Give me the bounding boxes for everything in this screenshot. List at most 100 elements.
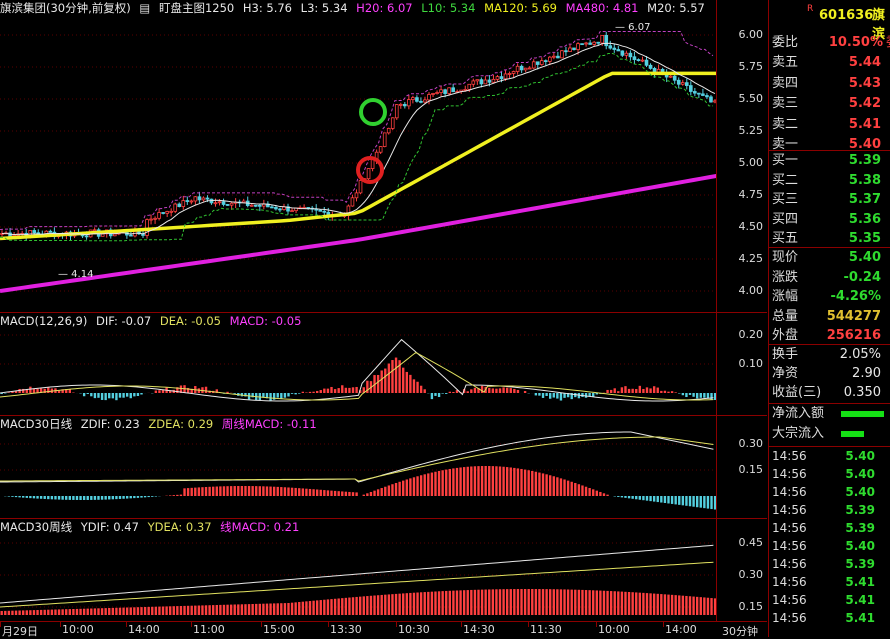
candle-body [178, 204, 181, 207]
macd1-histogram-bar [327, 389, 329, 393]
macd2-histogram-bar [255, 486, 257, 496]
macd2-histogram-bar [40, 496, 42, 499]
macd1-histogram-bar [287, 393, 289, 396]
macd2-histogram-bar [549, 475, 551, 496]
candle-body [182, 201, 185, 207]
macd2-histogram-bar [581, 485, 583, 496]
macd2-histogram-bar [262, 486, 264, 496]
candle-body [496, 77, 499, 80]
macd3-histogram-bar [151, 607, 153, 615]
macd1-histogram-bar [381, 370, 383, 393]
tick-time: 14:56 [772, 591, 807, 609]
macd3-histogram-bar [216, 605, 218, 615]
macd3-histogram-bar [513, 589, 515, 615]
macd2-histogram-bar [628, 496, 630, 498]
macd3-histogram-bar [649, 593, 651, 615]
macd1-histogram-bar [108, 393, 110, 398]
macd2-histogram-bar [83, 496, 85, 500]
macd3-histogram-bar [520, 589, 522, 615]
macd2-histogram-bar [649, 496, 651, 501]
macd1-histogram-bar [234, 393, 236, 394]
macd3-histogram-bar [226, 605, 228, 615]
price-plot[interactable]: — 6.07— 4.14 [0, 0, 717, 312]
macd3-histogram-bar [284, 603, 286, 615]
macd3-histogram-bar [538, 589, 540, 615]
candle-body [577, 44, 580, 50]
macd3-histogram-bar [492, 589, 494, 615]
macd2-histogram-bar [545, 474, 547, 496]
macd1-histogram-bar [90, 393, 92, 396]
macd2-histogram-bar [312, 489, 314, 496]
macd2-dif-line [0, 432, 713, 482]
price-chart-pane[interactable]: 旗滨集团(30分钟,前复权) ▤ 盯盘主图1250 H3: 5.76 L3: 5… [0, 0, 767, 312]
macd3-tick-label: 0.30 [739, 568, 764, 581]
macd3-histogram-bar [54, 610, 56, 616]
macd2-histogram-bar [241, 486, 243, 496]
macd3-histogram-bar [234, 605, 236, 616]
time-axis-tick [0, 622, 1, 627]
macd2-histogram-bar [470, 466, 472, 496]
candle-body [484, 80, 487, 84]
candle-body [351, 198, 354, 206]
macd2-histogram-bar [47, 496, 49, 499]
stat-row: 总量544277 [769, 307, 890, 326]
macd1-histogram-bar [685, 393, 687, 397]
macd3-histogram-bar [574, 590, 576, 615]
macd1-histogram-bar [334, 389, 336, 393]
candle-body [432, 93, 435, 94]
macd3-histogram-bar [642, 593, 644, 615]
macd3-histogram-bar [667, 595, 669, 615]
macd2-histogram-bar [65, 496, 67, 500]
candle-body [407, 100, 410, 106]
macd3-histogram-bar [337, 598, 339, 615]
macd30-day-pane[interactable]: MACD30日线 ZDIF: 0.23 ZDEA: 0.29 周线MACD: -… [0, 416, 767, 518]
macd2-histogram-bar [219, 486, 221, 496]
macd1-histogram-bar [510, 388, 512, 393]
macd30-week-pane[interactable]: MACD30周线 YDIF: 0.47 YDEA: 0.37 线MACD: 0.… [0, 519, 767, 621]
macd3-histogram-bar [298, 602, 300, 615]
price-tick-label: 4.50 [739, 220, 764, 233]
macd2-histogram-bar [61, 496, 63, 500]
candle-body [222, 202, 225, 205]
macd3-histogram-bar [355, 597, 357, 615]
stat-row: 现价5.40 [769, 248, 890, 267]
candle-body [355, 193, 358, 198]
candle-body [250, 205, 253, 206]
macd2-histogram-bar [492, 466, 494, 496]
macd1-histogram-bar [474, 388, 476, 393]
time-axis-label: 10:00 [598, 623, 630, 636]
macd3-histogram-bar [40, 610, 42, 615]
candle-body [202, 198, 205, 200]
macd1-histogram-bar [678, 393, 680, 394]
ask-label: 卖四 [772, 74, 798, 93]
candle-body [464, 89, 467, 90]
macd2-histogram-bar [51, 496, 53, 499]
macd1-histogram-bar [97, 393, 99, 398]
bid-price: 5.35 [849, 229, 881, 248]
macd2-histogram-bar [567, 481, 569, 496]
time-axis: 月29日10:0014:0011:0015:0013:3010:3014:301… [0, 621, 767, 638]
macd3-histogram-bar [657, 594, 659, 615]
macd3-histogram-bar [700, 597, 702, 615]
macd3-histogram-bar [51, 610, 53, 615]
macd2-histogram-bar [445, 470, 447, 496]
candle-body [649, 65, 652, 68]
candle-body [601, 35, 604, 43]
macd3-histogram-bar [341, 598, 343, 615]
macd1-histogram-bar [431, 393, 433, 399]
macd1-histogram-bar [535, 393, 537, 395]
macd3-histogram-bar [531, 589, 533, 615]
macd1-histogram-bar [130, 393, 132, 398]
candle-body [468, 84, 471, 89]
macd2-histogram-bar [198, 487, 200, 496]
time-axis-label: 10:00 [62, 623, 94, 636]
macd2-histogram-bar [484, 466, 486, 496]
macd-pane[interactable]: MACD(12,26,9) DIF: -0.07 DEA: -0.05 MACD… [0, 313, 767, 415]
macd2-histogram-bar [381, 488, 383, 496]
macd2-histogram-bar [316, 490, 318, 496]
macd1-histogram-bar [87, 393, 89, 394]
time-axis-tick [126, 622, 127, 627]
macd1-histogram-bar [119, 393, 121, 398]
macd1-histogram-bar [101, 393, 103, 400]
quote-separator [769, 247, 890, 248]
